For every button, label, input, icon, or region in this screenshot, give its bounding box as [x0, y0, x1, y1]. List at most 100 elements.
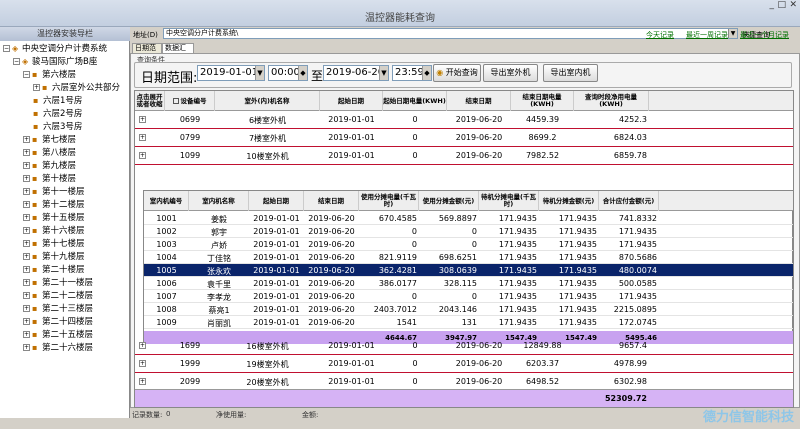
expand-icon[interactable]: +: [23, 253, 30, 260]
chevron-down-icon[interactable]: ▼: [379, 66, 388, 80]
expand-icon[interactable]: +: [23, 279, 30, 286]
expand-icon[interactable]: +: [23, 305, 30, 312]
tree-node[interactable]: + ▪ 第二十楼层: [23, 264, 85, 277]
subtable-row[interactable]: 1002 郭宇 2019-01-01 2019-06-20 0 0 171.9435 171.…: [144, 225, 793, 238]
close-icon[interactable]: ✕: [789, 0, 797, 10]
table-row[interactable]: +0799 7楼室外机 2019-01-01 0 2019-06-20 8699.2 682…: [135, 130, 793, 147]
start-query-label: 开始查询: [445, 68, 478, 77]
month-link[interactable]: 最近一个月记录: [740, 30, 789, 40]
expand-icon[interactable]: +: [139, 134, 146, 141]
expand-icon[interactable]: +: [33, 84, 40, 91]
expand-icon[interactable]: +: [23, 266, 30, 273]
tab-summary[interactable]: 数据汇总: [162, 43, 194, 61]
expand-icon[interactable]: +: [23, 344, 30, 351]
spinner-icon[interactable]: ◆: [298, 66, 307, 80]
col-name: 室外(内)机名称: [215, 91, 320, 111]
folder-icon: ▪: [33, 108, 39, 118]
subtable-row[interactable]: 1007 李孝龙 2019-01-01 2019-06-20 0 0 171.9435 171…: [144, 290, 793, 303]
tree-node[interactable]: + ▪ 第二十五楼层: [23, 329, 93, 342]
collapse-icon[interactable]: −: [23, 71, 30, 78]
subtable-cell: 172.0745: [618, 318, 657, 327]
expand-icon[interactable]: +: [23, 162, 30, 169]
expand-icon[interactable]: +: [23, 331, 30, 338]
expand-icon[interactable]: +: [139, 152, 146, 159]
subtable-row[interactable]: 1009 肖丽凯 2019-01-01 2019-06-20 1541 131 171.94…: [144, 316, 793, 329]
table-row[interactable]: +1999 19楼室外机 2019-01-01 0 2019-06-20 6203.37 4…: [135, 356, 793, 373]
subtable-cell: 1007: [156, 292, 177, 301]
tree-node[interactable]: + ▪ 第十一楼层: [23, 186, 85, 199]
subtable-cell: 0: [411, 240, 417, 249]
start-date-input[interactable]: 2019-01-01 ▼: [197, 65, 265, 81]
tree-node[interactable]: + ▪ 六层室外公共部分: [33, 82, 120, 95]
expand-icon[interactable]: +: [23, 136, 30, 143]
expand-icon[interactable]: +: [23, 214, 30, 221]
tree-node[interactable]: + ▪ 第八楼层: [23, 147, 76, 160]
subtable-row[interactable]: 1001 姜毅 2019-01-01 2019-06-20 670.4585 569.88…: [144, 212, 793, 225]
expand-icon[interactable]: +: [139, 116, 146, 123]
tree-node[interactable]: + ▪ 第二十四楼层: [23, 316, 93, 329]
expand-icon[interactable]: +: [23, 188, 30, 195]
tree-node[interactable]: ▪ 六层1号房: [33, 95, 82, 108]
tree-node-label: 第十七楼层: [42, 239, 85, 249]
tree-node[interactable]: + ▪ 第二十一楼层: [23, 277, 93, 290]
tree-node[interactable]: ▪ 六层2号房: [33, 108, 82, 121]
tree-node[interactable]: − ◈ 中央空调分户计费系统: [3, 43, 107, 56]
export-outdoor-button[interactable]: 导出室外机: [483, 64, 538, 82]
collapse-icon[interactable]: −: [13, 58, 20, 65]
expand-icon[interactable]: +: [23, 292, 30, 299]
cell-name: 16楼室外机: [246, 342, 289, 351]
start-query-button[interactable]: ◉ 开始查询: [433, 64, 481, 82]
collapse-icon[interactable]: −: [3, 45, 10, 52]
expand-icon[interactable]: +: [139, 342, 146, 349]
expand-icon[interactable]: +: [139, 360, 146, 367]
subtable-cell: 741.8332: [618, 214, 657, 223]
chevron-down-icon[interactable]: ▼: [728, 29, 737, 38]
table-row[interactable]: +1699 16楼室外机 2019-01-01 0 2019-06-20 12849.88…: [135, 338, 793, 355]
subtable-row[interactable]: 1008 蔡亮1 2019-01-01 2019-06-20 2403.7012 2043…: [144, 303, 793, 316]
tree-node[interactable]: + ▪ 第十二楼层: [23, 199, 85, 212]
today-link[interactable]: 今天记录: [646, 30, 674, 40]
maximize-icon[interactable]: □: [777, 0, 786, 10]
tree-node[interactable]: + ▪ 第十楼层: [23, 173, 76, 186]
end-time-input[interactable]: 23:59 ◆: [392, 65, 432, 81]
subtable-cell: 2019-01-01: [253, 266, 300, 275]
table-row[interactable]: +0699 6楼室外机 2019-01-01 0 2019-06-20 4459.39 42…: [135, 112, 793, 129]
tree-node[interactable]: + ▪ 第十五楼层: [23, 212, 85, 225]
week-link[interactable]: 最近一周记录: [686, 30, 728, 40]
nav-tree[interactable]: − ◈ 中央空调分户计费系统 − ◈ 骏马国际广场B座 − ▪ 第六楼层 + ▪ 六层室外公共部分 ▪ 六…: [0, 41, 130, 418]
tree-node[interactable]: + ▪ 第二十二楼层: [23, 290, 93, 303]
expand-icon[interactable]: +: [23, 318, 30, 325]
checkbox-icon[interactable]: [172, 98, 179, 104]
spinner-icon[interactable]: ◆: [422, 66, 431, 80]
start-time-input[interactable]: 00:00 ◆: [268, 65, 308, 81]
tree-node[interactable]: − ◈ 骏马国际广场B座: [13, 56, 97, 69]
tree-node[interactable]: + ▪ 第十六楼层: [23, 225, 85, 238]
export-indoor-button[interactable]: 导出室内机: [543, 64, 598, 82]
tree-node[interactable]: − ▪ 第六楼层: [23, 69, 76, 82]
tree-node[interactable]: + ▪ 第十七楼层: [23, 238, 85, 251]
expand-icon[interactable]: +: [23, 201, 30, 208]
expand-icon[interactable]: +: [23, 227, 30, 234]
tree-node[interactable]: ▪ 六层3号房: [33, 121, 82, 134]
minimize-icon[interactable]: _: [770, 0, 775, 10]
subtable-row[interactable]: 1004 丁佳铭 2019-01-01 2019-06-20 821.9119 698.6…: [144, 251, 793, 264]
tree-node[interactable]: + ▪ 第十九楼层: [23, 251, 85, 264]
grand-total-value: 52309.72: [604, 394, 647, 403]
subtable-row[interactable]: 1003 卢娇 2019-01-01 2019-06-20 0 0 171.9435 171.…: [144, 238, 793, 251]
expand-icon[interactable]: +: [139, 378, 146, 385]
tree-node[interactable]: + ▪ 第七楼层: [23, 134, 76, 147]
expand-icon[interactable]: +: [23, 240, 30, 247]
end-date-input[interactable]: 2019-06-20 ▼: [323, 65, 389, 81]
table-row[interactable]: +1099 10楼室外机 2019-01-01 0 2019-06-20 7982.52 6…: [135, 148, 793, 165]
subtable-row[interactable]: 1005 张永欢 2019-01-01 2019-06-20 362.4281 308.0…: [144, 264, 793, 277]
chevron-down-icon[interactable]: ▼: [255, 66, 264, 80]
tree-node[interactable]: + ▪ 第二十三楼层: [23, 303, 93, 316]
expand-icon[interactable]: +: [23, 175, 30, 182]
subtable-row[interactable]: 1006 袁千里 2019-01-01 2019-06-20 386.0177 328.1…: [144, 277, 793, 290]
cell-end-kwh: 12849.88: [523, 341, 562, 350]
tree-node[interactable]: + ▪ 第九楼层: [23, 160, 76, 173]
tab-date-range[interactable]: 日期范围: [132, 43, 162, 61]
subtable-cell: 821.9119: [378, 253, 417, 262]
expand-icon[interactable]: +: [23, 149, 30, 156]
tree-node[interactable]: + ▪ 第二十六楼层: [23, 342, 93, 355]
